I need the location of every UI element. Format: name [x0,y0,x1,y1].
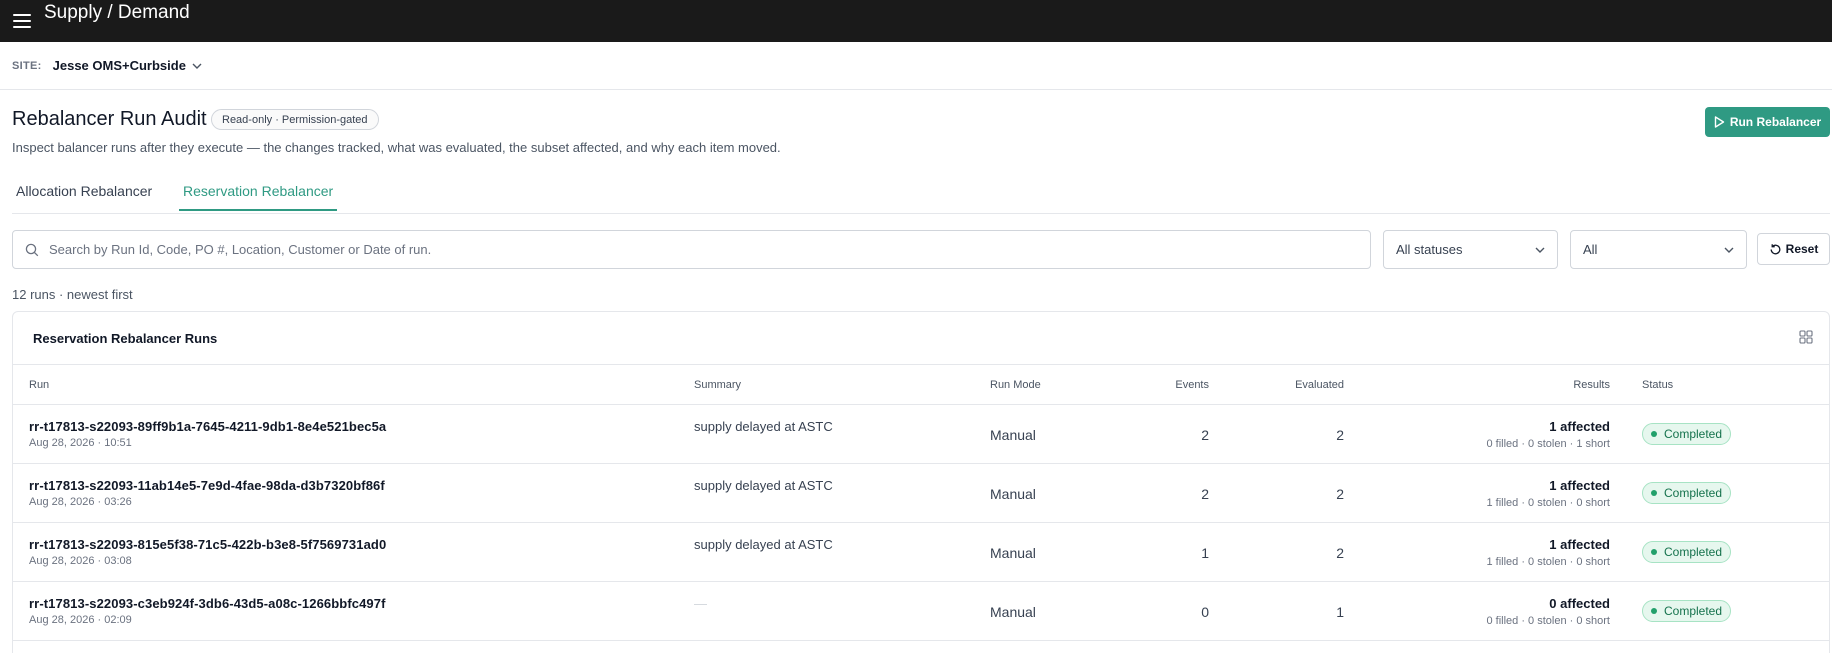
site-selector[interactable]: Jesse OMS+Curbside [53,58,202,73]
status-badge: Completed [1642,600,1732,622]
run-summary: — [694,596,707,611]
runs-count: 12 runs · newest first [12,287,133,302]
run-id[interactable]: rr-t17813-s22093-c3eb924f-3db6-43d5-a08c… [29,596,386,611]
run-results-breakdown: 0 filled · 0 stolen · 1 short [1486,438,1610,450]
reset-icon [1770,243,1781,254]
search-icon [25,243,39,256]
card-header: Reservation Rebalancer Runs [13,312,1829,365]
search-box [12,230,1371,269]
status-badge: Completed [1642,423,1732,445]
site-value: Jesse OMS+Curbside [52,58,186,73]
table-row[interactable]: rr-t17813-s22093-89ff9b1a-7645-4211-9db1… [13,405,1829,464]
play-icon [1714,116,1725,128]
tab-reservation-rebalancer[interactable]: Reservation Rebalancer [179,183,338,211]
status-text: Completed [1664,545,1723,559]
column-header-status[interactable]: Status [1642,379,1673,391]
table-row[interactable]: rr-t17813-s22093-815e5f38-71c5-422b-b3e8… [13,523,1829,582]
run-results-breakdown: 0 filled · 0 stolen · 0 short [1486,615,1610,627]
card-title: Reservation Rebalancer Runs [33,330,218,346]
run-mode: Manual [990,427,1036,443]
chevron-down-icon [1535,247,1545,253]
status-dot-icon [1651,431,1657,437]
grid-view-icon[interactable] [1799,330,1813,344]
column-header-results[interactable]: Results [1573,379,1610,391]
run-events: 0 [1201,604,1209,620]
run-mode: Manual [990,486,1036,502]
run-summary: supply delayed at ASTC [694,537,833,552]
run-results-breakdown: 1 filled · 0 stolen · 0 short [1486,556,1610,568]
table-header: Run Summary Run Mode Events Evaluated Re… [13,365,1829,405]
readonly-badge: Read-only · Permission-gated [211,109,379,130]
run-results-affected: 1 affected [1549,478,1610,493]
run-mode: Manual [990,545,1036,561]
run-results-affected: 0 affected [1549,596,1610,611]
column-header-events[interactable]: Events [1175,379,1209,391]
status-dot-icon [1651,549,1657,555]
run-date: Aug 28, 2026 · 03:08 [29,555,132,567]
search-input[interactable] [49,242,1349,257]
run-date: Aug 28, 2026 · 03:26 [29,496,132,508]
site-bar: SITE: Jesse OMS+Curbside [0,42,1832,90]
run-date: Aug 28, 2026 · 02:09 [29,614,132,626]
table-row[interactable]: rr-t17813-s22093-11ab14e5-7e9d-4fae-98da… [13,464,1829,523]
run-evaluated: 2 [1336,427,1344,443]
status-text: Completed [1664,486,1723,500]
site-label: SITE: [12,59,42,72]
runs-table-card: Reservation Rebalancer Runs Run Summary … [12,311,1830,653]
status-badge: Completed [1642,541,1732,563]
run-events: 1 [1201,545,1209,561]
column-header-run[interactable]: Run [29,379,49,391]
column-header-summary[interactable]: Summary [694,379,741,391]
run-evaluated: 1 [1336,604,1344,620]
tab-allocation-rebalancer[interactable]: Allocation Rebalancer [16,183,152,209]
run-summary: supply delayed at ASTC [694,419,833,434]
run-events: 2 [1201,427,1209,443]
status-badge: Completed [1642,482,1732,504]
run-results-affected: 1 affected [1549,537,1610,552]
status-text: Completed [1664,604,1723,618]
status-dot-icon [1651,490,1657,496]
reset-label: Reset [1785,242,1819,256]
tab-bar: Allocation Rebalancer Reservation Rebala… [12,178,1830,214]
chevron-down-icon [1724,247,1734,253]
app-title: Supply / Demand [44,2,190,23]
page-title: Rebalancer Run Audit [12,108,207,130]
status-filter-value: All statuses [1396,242,1463,257]
page-description: Inspect balancer runs after they execute… [12,140,781,155]
run-summary: supply delayed at ASTC [694,478,833,493]
run-rebalancer-label: Run Rebalancer [1729,115,1822,129]
status-dot-icon [1651,608,1657,614]
run-results-affected: 1 affected [1549,419,1610,434]
mode-filter-select[interactable]: All [1570,230,1747,269]
run-id[interactable]: rr-t17813-s22093-89ff9b1a-7645-4211-9db1… [29,419,386,434]
status-filter-select[interactable]: All statuses [1383,230,1558,269]
hamburger-icon[interactable] [13,14,31,28]
mode-filter-value: All [1583,242,1598,257]
run-mode: Manual [990,604,1036,620]
top-bar: Supply / Demand [0,0,1832,42]
run-rebalancer-button[interactable]: Run Rebalancer [1705,107,1830,137]
table-row[interactable]: rr-t17813-s22093-c3eb924f-3db6-43d5-a08c… [13,582,1829,641]
run-id[interactable]: rr-t17813-s22093-11ab14e5-7e9d-4fae-98da… [29,478,385,493]
reset-button[interactable]: Reset [1757,233,1830,265]
run-date: Aug 28, 2026 · 10:51 [29,437,132,449]
run-events: 2 [1201,486,1209,502]
column-header-run-mode[interactable]: Run Mode [990,379,1041,391]
run-evaluated: 2 [1336,486,1344,502]
status-text: Completed [1664,427,1723,441]
column-header-evaluated[interactable]: Evaluated [1295,379,1344,391]
run-evaluated: 2 [1336,545,1344,561]
run-results-breakdown: 1 filled · 0 stolen · 0 short [1486,497,1610,509]
run-id[interactable]: rr-t17813-s22093-815e5f38-71c5-422b-b3e8… [29,537,386,552]
chevron-down-icon [192,63,202,69]
